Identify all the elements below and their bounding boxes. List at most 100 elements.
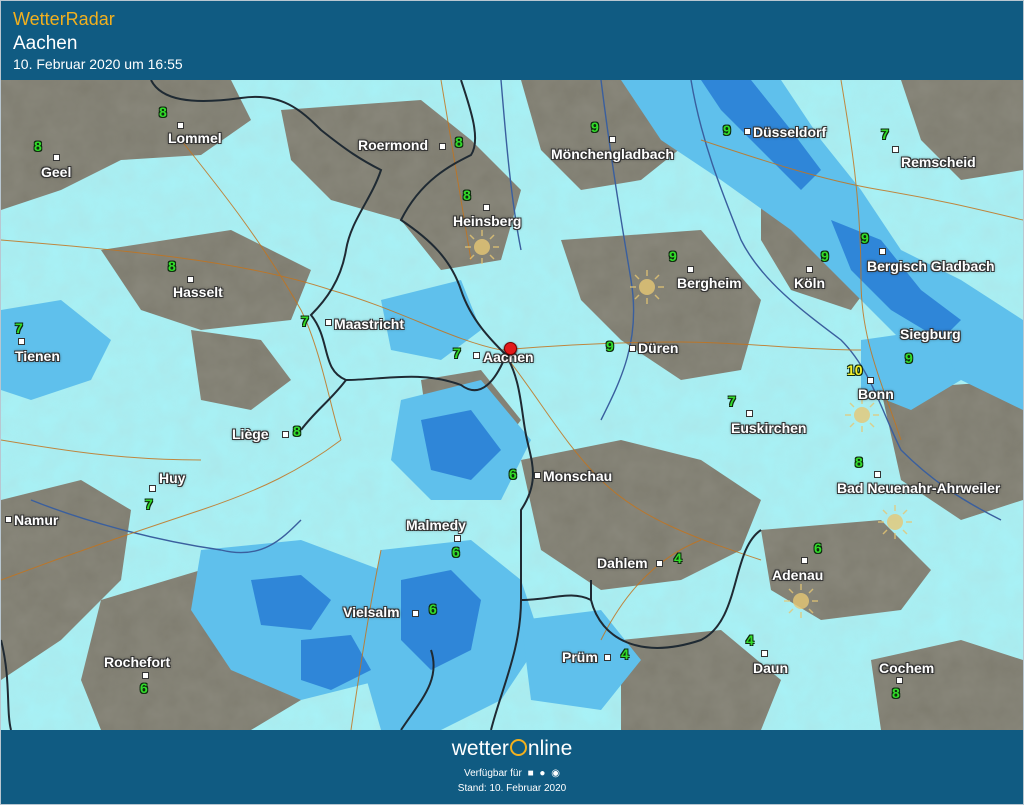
sun-icon bbox=[878, 505, 912, 539]
city-marker bbox=[53, 154, 60, 161]
brand-o-ring bbox=[509, 739, 527, 756]
city-marker bbox=[454, 535, 461, 542]
city-label: Adenau bbox=[772, 567, 824, 583]
city-temp: 9 bbox=[723, 122, 731, 138]
city-marker bbox=[5, 516, 12, 523]
city-label: Euskirchen bbox=[731, 420, 807, 436]
city-temp: 10 bbox=[847, 362, 863, 378]
city-marker bbox=[282, 431, 289, 438]
app-frame: WetterRadar Aachen 10. Februar 2020 um 1… bbox=[0, 0, 1024, 805]
city-marker bbox=[892, 146, 899, 153]
city-marker bbox=[483, 204, 490, 211]
brand-part: nline bbox=[527, 737, 573, 760]
city-marker bbox=[142, 672, 149, 679]
city-temp: 8 bbox=[159, 104, 167, 120]
city-temp: 8 bbox=[34, 138, 42, 154]
city-label: Dahlem bbox=[597, 555, 648, 571]
city-marker bbox=[746, 410, 753, 417]
city-marker bbox=[879, 248, 886, 255]
city-marker bbox=[604, 654, 611, 661]
city-temp: 7 bbox=[301, 313, 309, 329]
city-temp: 8 bbox=[455, 134, 463, 150]
app-title: WetterRadar bbox=[13, 9, 115, 29]
city-label: Bergisch Gladbach bbox=[867, 258, 995, 274]
header: WetterRadar Aachen 10. Februar 2020 um 1… bbox=[1, 1, 1023, 79]
android-icon[interactable]: ■ bbox=[528, 768, 534, 779]
city-temp: 7 bbox=[728, 393, 736, 409]
sun-icon bbox=[784, 584, 818, 618]
city-label: Bad Neuenahr-Ahrweiler bbox=[837, 480, 1001, 496]
city-temp: 7 bbox=[15, 320, 23, 336]
city-label: Maastricht bbox=[334, 316, 405, 332]
city-temp: 9 bbox=[591, 119, 599, 135]
city-label: Hasselt bbox=[173, 284, 223, 300]
city-marker bbox=[761, 650, 768, 657]
windows-icon[interactable]: ◉ bbox=[551, 768, 560, 779]
city-marker bbox=[18, 338, 25, 345]
radar-map[interactable]: 8 Lommel 8 Geel Roermond 8 9 Mönchenglad… bbox=[1, 80, 1023, 730]
city-label: Remscheid bbox=[901, 154, 976, 170]
city-temp: 9 bbox=[821, 248, 829, 264]
city-marker bbox=[867, 377, 874, 384]
city-marker bbox=[806, 266, 813, 273]
city-marker bbox=[801, 557, 808, 564]
city-temp: 8 bbox=[463, 187, 471, 203]
city-label: Namur bbox=[14, 512, 59, 528]
city-marker bbox=[177, 122, 184, 129]
city-label: Roermond bbox=[358, 137, 428, 153]
city-label: Liège bbox=[232, 426, 269, 442]
city-temp: 9 bbox=[606, 338, 614, 354]
city-marker bbox=[534, 472, 541, 479]
city-marker bbox=[629, 345, 636, 352]
stand-date: Stand: 10. Februar 2020 bbox=[457, 783, 567, 794]
city-label: Heinsberg bbox=[453, 213, 522, 229]
city-temp: 6 bbox=[452, 544, 460, 560]
city-temp: 8 bbox=[293, 423, 301, 439]
city-temp: 9 bbox=[861, 230, 869, 246]
city-label: Prüm bbox=[562, 649, 598, 665]
availability-text: Verfügbar für bbox=[464, 768, 522, 779]
city-label: Geel bbox=[41, 164, 72, 180]
apple-icon[interactable]: ● bbox=[539, 768, 545, 779]
city-temp: 7 bbox=[145, 496, 153, 512]
city-label: Düsseldorf bbox=[753, 124, 827, 140]
city-temp: 6 bbox=[140, 680, 148, 696]
city-label: Huy bbox=[159, 470, 186, 486]
city-marker bbox=[473, 352, 480, 359]
sun-icon bbox=[465, 230, 499, 264]
timestamp: 10. Februar 2020 um 16:55 bbox=[13, 56, 183, 72]
city-temp: 7 bbox=[453, 345, 461, 361]
city-marker bbox=[609, 136, 616, 143]
city-temp: 4 bbox=[746, 632, 754, 648]
city-label: Tienen bbox=[15, 348, 60, 364]
city-marker bbox=[687, 266, 694, 273]
brand-part: wetter bbox=[451, 737, 509, 760]
city-label: Monschau bbox=[543, 468, 613, 484]
availability-line: Verfügbar für ■ ● ◉ bbox=[1, 768, 1023, 779]
city-marker bbox=[656, 560, 663, 567]
location-title: Aachen bbox=[13, 33, 78, 54]
location-pin-icon[interactable] bbox=[504, 342, 517, 355]
city-temp: 4 bbox=[674, 550, 682, 566]
city-label: Daun bbox=[753, 660, 788, 676]
city-marker bbox=[412, 610, 419, 617]
city-label: Bonn bbox=[858, 386, 894, 402]
city-marker bbox=[874, 471, 881, 478]
city-temp: 8 bbox=[168, 258, 176, 274]
brand-logo[interactable]: wetter nline bbox=[1, 737, 1023, 761]
city-label: Cochem bbox=[879, 660, 935, 676]
city-label: Siegburg bbox=[900, 326, 961, 342]
footer: wetter nline Verfügbar für ■ ● ◉ Stand: 1… bbox=[1, 731, 1023, 804]
city-label: Rochefort bbox=[104, 654, 171, 670]
city-label: Vielsalm bbox=[343, 604, 400, 620]
city-label: Malmedy bbox=[406, 517, 466, 533]
city-temp: 8 bbox=[855, 454, 863, 470]
city-label: Lommel bbox=[168, 130, 222, 146]
city-temp: 8 bbox=[892, 685, 900, 701]
city-marker bbox=[325, 319, 332, 326]
city-label: Köln bbox=[794, 275, 826, 291]
city-marker bbox=[896, 677, 903, 684]
city-marker bbox=[187, 276, 194, 283]
city-label: Düren bbox=[638, 340, 679, 356]
city-marker bbox=[149, 485, 156, 492]
